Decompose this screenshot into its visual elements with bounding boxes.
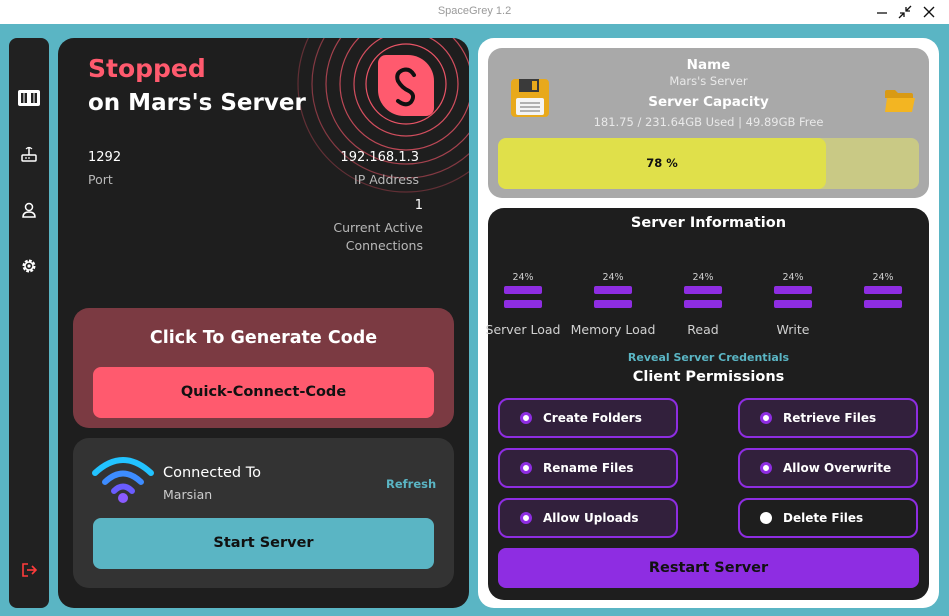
permission-label: Allow Uploads	[543, 511, 639, 525]
permission-label: Allow Overwrite	[783, 461, 892, 475]
server-status: Stopped	[88, 54, 206, 83]
window-title: SpaceGrey 1.2	[437, 5, 512, 17]
storage-server-name: Mars's Server	[669, 74, 748, 88]
capacity-label: Server Capacity	[648, 94, 769, 110]
connections-value: 1	[414, 198, 423, 213]
app-logo	[378, 55, 434, 116]
server-status-panel: Stopped on Mars's Server 1292 Port 192.1…	[58, 38, 469, 608]
router-icon[interactable]	[17, 142, 41, 166]
permission-create-folders-toggle[interactable]: Create Folders	[498, 398, 678, 438]
metric-label: Server Load	[485, 322, 561, 337]
capacity-bar: 78 %	[498, 138, 919, 189]
radio-indicator-icon	[760, 512, 772, 524]
metric-value: 24%	[782, 272, 804, 283]
ip-label: IP Address	[354, 172, 419, 187]
metric-bar-segment	[594, 286, 632, 294]
capacity-usage: 181.75 / 231.64GB Used | 49.89GB Free	[593, 115, 824, 129]
metric-label: Memory Load	[570, 322, 656, 337]
reveal-credentials-link[interactable]: Reveal Server Credentials	[488, 351, 929, 364]
radio-indicator-icon	[520, 512, 532, 524]
metric-bar-segment	[684, 286, 722, 294]
metric-bar-segment	[864, 300, 902, 308]
radio-indicator-icon	[760, 412, 772, 424]
permission-label: Rename Files	[543, 461, 634, 475]
permission-retrieve-files-toggle[interactable]: Retrieve Files	[738, 398, 918, 438]
metric-value: 24%	[872, 272, 894, 283]
capacity-percent: 78 %	[646, 156, 678, 170]
gear-icon[interactable]	[17, 254, 41, 278]
permission-label: Create Folders	[543, 411, 642, 425]
metric-label: Write	[776, 322, 810, 337]
connections-label-line1: Current Active	[333, 220, 423, 235]
metric-value: 24%	[602, 272, 624, 283]
permission-label: Retrieve Files	[783, 411, 877, 425]
client-permissions-title: Client Permissions	[632, 369, 785, 385]
start-server-button[interactable]: Start Server	[93, 518, 434, 569]
generate-code-title: Click To Generate Code	[149, 328, 378, 348]
quick-connect-code-button[interactable]: Quick-Connect-Code	[93, 367, 434, 418]
permission-rename-files-toggle[interactable]: Rename Files	[498, 448, 678, 488]
generate-code-card: Click To Generate Code Quick-Connect-Cod…	[73, 308, 454, 428]
close-icon[interactable]	[919, 2, 939, 22]
radio-indicator-icon	[760, 462, 772, 474]
user-icon[interactable]	[17, 198, 41, 222]
metric-bar-segment	[504, 286, 542, 294]
minimize-icon[interactable]	[872, 2, 892, 22]
logout-icon[interactable]	[17, 558, 41, 582]
dashboard-icon[interactable]	[17, 86, 41, 110]
permission-allow-overwrite-toggle[interactable]: Allow Overwrite	[738, 448, 918, 488]
network-name: Marsian	[163, 487, 213, 502]
metric-value: 24%	[512, 272, 534, 283]
metric-bar-segment	[774, 300, 812, 308]
connections-label-line2: Connections	[345, 238, 423, 253]
restore-icon[interactable]	[895, 2, 915, 22]
permission-delete-files-toggle[interactable]: Delete Files	[738, 498, 918, 538]
refresh-link[interactable]: Refresh	[386, 477, 436, 491]
app-window: Stopped on Mars's Server 1292 Port 192.1…	[0, 24, 949, 616]
metric-bar-segment	[864, 286, 902, 294]
server-name-heading: on Mars's Server	[88, 90, 306, 116]
restart-server-button[interactable]: Restart Server	[498, 548, 919, 588]
metric-bar-segment	[774, 286, 812, 294]
permission-allow-uploads-toggle[interactable]: Allow Uploads	[498, 498, 678, 538]
name-label: Name	[686, 57, 731, 73]
radio-indicator-icon	[520, 412, 532, 424]
folder-icon[interactable]	[884, 88, 916, 114]
metric-bar-segment	[504, 300, 542, 308]
title-bar: SpaceGrey 1.2	[0, 0, 949, 24]
wifi-icon	[92, 457, 154, 503]
permission-label: Delete Files	[783, 511, 864, 525]
storage-card: Name Mars's Server Server Capacity 181.7…	[488, 48, 929, 198]
server-information-card: Server Information 24% Server Load 24% Memo…	[486, 208, 929, 600]
metric-bar-segment	[684, 300, 722, 308]
server-details-panel: Name Mars's Server Server Capacity 181.7…	[478, 38, 939, 608]
server-information-title: Server Information	[630, 215, 787, 231]
radio-indicator-icon	[520, 462, 532, 474]
port-label: Port	[88, 172, 113, 187]
port-value: 1292	[88, 150, 122, 165]
connected-to-label: Connected To	[163, 465, 261, 481]
connection-card: Connected To Marsian Refresh Start Serve…	[73, 438, 454, 588]
metric-label: Read	[687, 322, 719, 337]
metric-value: 24%	[692, 272, 714, 283]
metric-bar-segment	[594, 300, 632, 308]
ip-value: 192.168.1.3	[340, 150, 419, 165]
sidebar	[9, 38, 49, 608]
